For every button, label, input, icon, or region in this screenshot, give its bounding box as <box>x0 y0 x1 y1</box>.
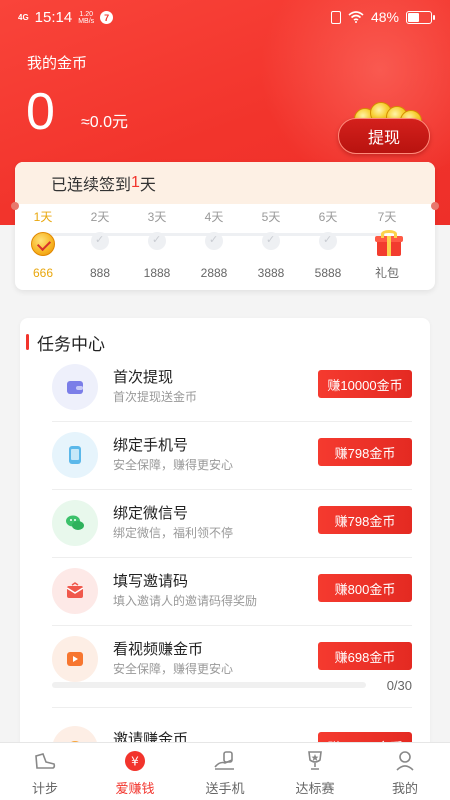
wallet-icon <box>52 364 98 410</box>
withdraw-button[interactable]: 提现 <box>338 118 430 154</box>
task-name: 填写邀请码 <box>113 573 189 590</box>
task-name: 看视频赚金币 <box>113 641 204 658</box>
task-row: 首次提现 首次提现送金币 赚10000金币 <box>20 354 430 422</box>
shoe-icon <box>32 749 58 773</box>
unchecked-icon <box>91 232 109 250</box>
coin-balance: 0 <box>26 83 55 141</box>
signin-day[interactable]: 6天 5888 <box>303 208 353 280</box>
task-center: 任务中心 首次提现 首次提现送金币 赚10000金币 绑定手机号 安全保障，赚得… <box>20 318 430 778</box>
title-accent-bar <box>26 334 29 350</box>
signin-card: 已连续签到1天 1天 666 2天 888 3天 1888 4天 2888 5天… <box>11 162 439 290</box>
signin-day[interactable]: 4天 2888 <box>189 208 239 280</box>
video-progress-text: 0/30 <box>386 678 412 693</box>
profile-icon <box>392 749 418 773</box>
gift-box-icon <box>375 230 403 256</box>
signin-day[interactable]: 1天 666 <box>18 208 68 280</box>
battery-icon <box>406 10 435 24</box>
phone-icon <box>52 432 98 478</box>
task-center-title: 任务中心 <box>26 332 105 354</box>
vibrate-icon <box>330 10 341 24</box>
my-coins-label: 我的金币 <box>27 55 88 72</box>
video-play-icon <box>52 636 98 682</box>
invite-envelope-icon <box>52 568 98 614</box>
task-earn-button[interactable]: 赚798金币 <box>318 438 412 466</box>
network-indicator: 4G <box>18 12 29 22</box>
status-bar: 4G 15:14 1.20 MB/s 7 48% <box>0 0 450 34</box>
unchecked-icon <box>262 232 280 250</box>
wifi-icon <box>348 11 364 23</box>
tab-competition[interactable]: 达标赛 <box>270 743 360 800</box>
task-desc: 安全保障，赚得更安心 <box>113 662 234 676</box>
task-name: 绑定手机号 <box>113 437 189 454</box>
task-row: 绑定手机号 安全保障，赚得更安心 赚798金币 <box>20 422 430 490</box>
bottom-tab-bar: 计步 ¥ 爱赚钱 送手机 达标赛 我的 <box>0 742 450 800</box>
signin-day[interactable]: 2天 888 <box>75 208 125 280</box>
unchecked-icon <box>205 232 223 250</box>
signin-days: 1天 666 2天 888 3天 1888 4天 2888 5天 3888 6天… <box>15 208 435 288</box>
trophy-icon <box>302 749 328 773</box>
tab-step[interactable]: 计步 <box>0 743 90 800</box>
tab-free-phone[interactable]: 送手机 <box>180 743 270 800</box>
task-row: 绑定微信号 绑定微信，福利领不停 赚798金币 <box>20 490 430 558</box>
video-progress-bar <box>52 682 366 688</box>
task-desc: 首次提现送金币 <box>113 390 198 404</box>
tab-profile[interactable]: 我的 <box>360 743 450 800</box>
unchecked-icon <box>319 232 337 250</box>
money-coin-icon: ¥ <box>122 749 148 773</box>
status-time: 15:14 <box>34 9 73 26</box>
gift-phone-icon <box>212 749 238 773</box>
battery-percent: 48% <box>370 9 399 25</box>
notification-badge: 7 <box>100 11 114 24</box>
signin-day[interactable]: 5天 3888 <box>246 208 296 280</box>
network-speed: 1.20 MB/s <box>78 10 95 25</box>
wechat-icon <box>52 500 98 546</box>
task-desc: 绑定微信，福利领不停 <box>113 526 234 540</box>
task-name: 首次提现 <box>113 369 174 386</box>
task-desc: 填入邀请人的邀请码得奖励 <box>113 594 258 608</box>
task-desc: 安全保障，赚得更安心 <box>113 458 234 472</box>
row-divider <box>52 707 412 708</box>
signin-day[interactable]: 7天 礼包 <box>362 208 412 281</box>
yuan-equivalent: ≈0.0元 <box>81 114 129 131</box>
checked-coin-icon <box>31 232 55 256</box>
unchecked-icon <box>148 232 166 250</box>
task-name: 绑定微信号 <box>113 505 189 522</box>
tab-earn-money[interactable]: ¥ 爱赚钱 <box>90 743 180 800</box>
task-earn-button[interactable]: 赚10000金币 <box>318 370 412 398</box>
task-earn-button[interactable]: 赚698金币 <box>318 642 412 670</box>
task-earn-button[interactable]: 赚800金币 <box>318 574 412 602</box>
task-row: 填写邀请码 填入邀请人的邀请码得奖励 赚800金币 <box>20 558 430 626</box>
task-earn-button[interactable]: 赚798金币 <box>318 506 412 534</box>
signin-day[interactable]: 3天 1888 <box>132 208 182 280</box>
signin-streak: 已连续签到 1 天 <box>15 162 435 204</box>
streak-count: 1 <box>131 174 140 191</box>
svg-text:¥: ¥ <box>131 755 139 769</box>
